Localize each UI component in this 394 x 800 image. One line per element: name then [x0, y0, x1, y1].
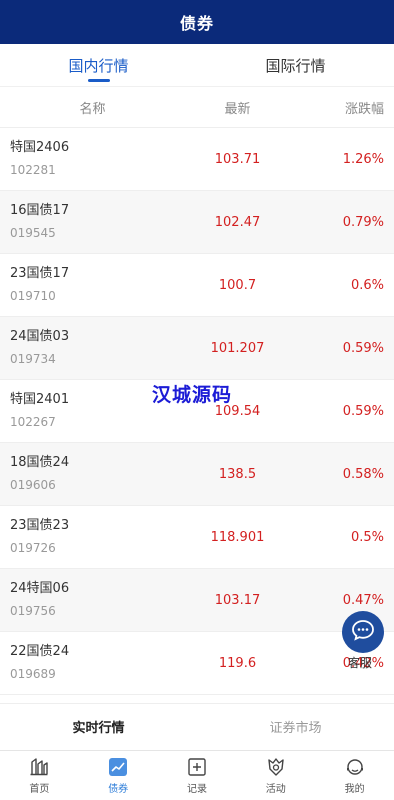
tab-international[interactable]: 国际行情 [197, 44, 394, 86]
bond-change: 0.58% [342, 466, 384, 482]
bond-code: 102267 [10, 415, 56, 429]
column-change[interactable]: 涨跌幅 [290, 98, 394, 117]
bond-code: 019689 [10, 667, 56, 681]
table-row[interactable]: 特国2406 102281 103.71 1.26% [0, 128, 394, 191]
nav-home[interactable]: 首页 [0, 751, 79, 800]
table-row[interactable]: 16国债17 019545 102.47 0.79% [0, 191, 394, 254]
bond-price: 119.6 [218, 655, 257, 671]
trend-chart-icon [108, 757, 128, 777]
badge-icon [266, 757, 286, 777]
watermark-text: 汉城源码 [152, 384, 233, 406]
nav-bonds[interactable]: 债券 [79, 751, 158, 800]
column-latest: 最新 [224, 101, 251, 117]
customer-service-button[interactable] [342, 611, 384, 653]
table-row[interactable]: 23国债23 019726 118.901 0.5% [0, 506, 394, 569]
bond-change: 0.59% [342, 403, 384, 419]
bond-price: 102.47 [214, 214, 261, 230]
nav-activity[interactable]: 活动 [236, 751, 315, 800]
bond-price: 101.207 [210, 340, 265, 356]
table-row[interactable]: 23国债17 019710 100.7 0.6% [0, 254, 394, 317]
nav-activity-label: 活动 [265, 783, 286, 795]
bond-change: 0.42% [342, 655, 384, 671]
bond-code: 019756 [10, 604, 56, 618]
user-headset-icon [345, 757, 365, 777]
nav-mine-label: 我的 [344, 783, 365, 795]
subtab-securities-market[interactable]: 证券市场 [197, 704, 394, 749]
bond-price: 103.17 [214, 592, 261, 608]
bond-code: 019726 [10, 541, 56, 555]
table-row[interactable]: 24特国06 019756 103.17 0.47% [0, 569, 394, 632]
bond-name: 24国债03 [10, 329, 70, 344]
bond-code: 102281 [10, 163, 56, 177]
bond-name: 特国2406 [10, 140, 70, 155]
bond-code: 019606 [10, 478, 56, 492]
bond-name: 23国债17 [10, 266, 70, 281]
nav-records-label: 记录 [186, 783, 207, 795]
table-row[interactable]: 18国债24 019606 138.5 0.58% [0, 443, 394, 506]
bond-price: 138.5 [218, 466, 257, 482]
column-name: 名称 [79, 101, 106, 117]
tab-domestic[interactable]: 国内行情 [0, 44, 197, 86]
nav-bonds-label: 债券 [108, 783, 129, 795]
bond-name: 16国债17 [10, 203, 70, 218]
bond-name: 22国债24 [10, 644, 70, 659]
bond-price: 100.7 [218, 277, 257, 293]
table-row[interactable]: 24国债03 019734 101.207 0.59% [0, 317, 394, 380]
bond-change: 0.47% [342, 592, 384, 608]
subtab-realtime[interactable]: 实时行情 [0, 704, 197, 749]
market-tabs: 国内行情 国际行情 [0, 44, 394, 86]
nav-mine[interactable]: 我的 [315, 751, 394, 800]
bond-price: 118.901 [210, 529, 265, 545]
bond-code: 019545 [10, 226, 56, 240]
bond-change: 0.79% [342, 214, 384, 230]
home-icon [29, 757, 49, 777]
table-row[interactable]: 22国债24 019689 119.6 0.42% [0, 632, 394, 695]
page-title: 债券 [179, 14, 214, 33]
plus-square-icon [187, 757, 207, 777]
nav-home-label: 首页 [29, 783, 50, 795]
app-header: 债券 [0, 0, 394, 44]
bond-name: 24特国06 [10, 581, 70, 596]
bond-price: 103.71 [214, 151, 261, 167]
bond-list: 特国2406 102281 103.71 1.26% 16国债17 019545… [0, 128, 394, 695]
bond-change: 1.26% [342, 151, 384, 167]
bottom-nav: 首页 债券 记录 活动 我的 [0, 750, 394, 800]
nav-records[interactable]: 记录 [158, 751, 237, 800]
customer-service-label: 客服 [348, 656, 373, 670]
chat-bubble-icon [351, 619, 375, 645]
bond-change: 0.5% [350, 529, 384, 545]
bond-change: 0.6% [350, 277, 384, 293]
sub-tabs: 实时行情 证券市场 [0, 703, 394, 749]
bond-code: 019710 [10, 289, 56, 303]
bond-code: 019734 [10, 352, 56, 366]
column-header: 名称 最新 涨跌幅 [0, 86, 394, 128]
bond-change: 0.59% [342, 340, 384, 356]
bond-name: 18国债24 [10, 455, 70, 470]
bond-name: 23国债23 [10, 518, 70, 533]
